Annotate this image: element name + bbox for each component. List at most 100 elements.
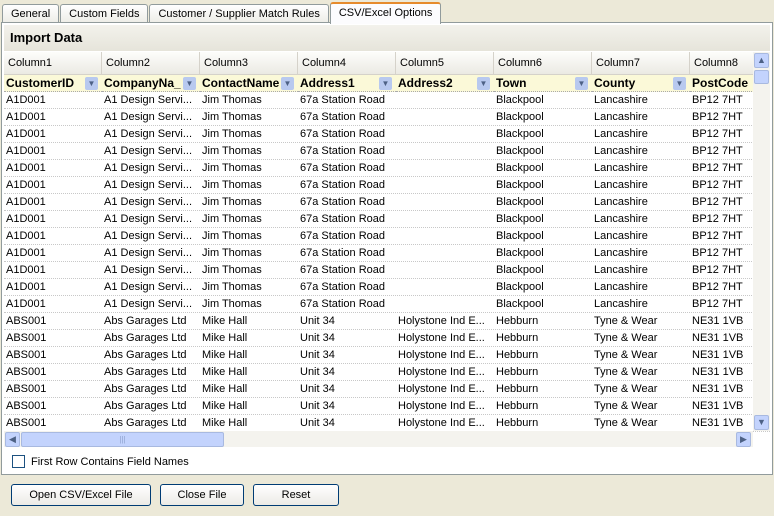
table-cell: Hebburn xyxy=(496,349,539,361)
table-cell: Lancashire xyxy=(594,94,648,106)
field-name: County xyxy=(594,76,636,90)
table-cell: Lancashire xyxy=(594,213,648,225)
table-cell: 67a Station Road xyxy=(300,111,386,123)
table-cell: Tyne & Wear xyxy=(594,383,658,395)
column-header[interactable]: Column7 xyxy=(592,52,690,75)
scroll-down-icon[interactable]: ▼ xyxy=(754,415,769,430)
tab-custom-fields[interactable]: Custom Fields xyxy=(60,4,149,24)
grid-rows: A1D001 A1 Design Servi... Jim Thomas 67a St… xyxy=(4,92,770,432)
column-header[interactable]: Column1 xyxy=(4,52,102,75)
table-row[interactable]: A1D001 A1 Design Servi... Jim Thomas 67a St… xyxy=(4,262,770,279)
table-row[interactable]: ABS001 Abs Garages Ltd Mike Hall Unit 34 Hol… xyxy=(4,313,770,330)
chevron-down-icon[interactable]: ▼ xyxy=(281,77,294,90)
table-row[interactable]: A1D001 A1 Design Servi... Jim Thomas 67a St… xyxy=(4,143,770,160)
scroll-up-icon[interactable]: ▲ xyxy=(754,53,769,68)
table-cell: A1D001 xyxy=(6,179,46,191)
table-cell: Abs Garages Ltd xyxy=(104,332,187,344)
panel-title: Import Data xyxy=(4,25,770,51)
table-cell: Abs Garages Ltd xyxy=(104,383,187,395)
table-cell: ABS001 xyxy=(6,400,47,412)
column-header[interactable]: Column5 xyxy=(396,52,494,75)
table-cell xyxy=(396,296,494,312)
column-header[interactable]: Column6 xyxy=(494,52,592,75)
table-row[interactable]: A1D001 A1 Design Servi... Jim Thomas 67a St… xyxy=(4,228,770,245)
table-cell: ABS001 xyxy=(6,332,47,344)
field-mapping-select[interactable]: CompanyNa_ ▼ xyxy=(102,75,200,92)
tab-customer-supplier-match-rules[interactable]: Customer / Supplier Match Rules xyxy=(149,4,329,24)
table-row[interactable]: A1D001 A1 Design Servi... Jim Thomas 67a St… xyxy=(4,279,770,296)
scroll-left-icon[interactable]: ◀ xyxy=(5,432,20,447)
field-mapping-select[interactable]: CustomerID ▼ xyxy=(4,75,102,92)
field-name: CustomerID xyxy=(6,76,75,90)
chevron-down-icon[interactable]: ▼ xyxy=(85,77,98,90)
table-row[interactable]: A1D001 A1 Design Servi... Jim Thomas 67a St… xyxy=(4,160,770,177)
table-row[interactable]: A1D001 A1 Design Servi... Jim Thomas 67a St… xyxy=(4,245,770,262)
field-mapping-select[interactable]: County ▼ xyxy=(592,75,690,92)
table-cell: ABS001 xyxy=(6,315,47,327)
table-row[interactable]: A1D001 A1 Design Servi... Jim Thomas 67a St… xyxy=(4,194,770,211)
table-cell: Unit 34 xyxy=(300,366,335,378)
field-mapping-select[interactable]: ContactName ▼ xyxy=(200,75,298,92)
table-cell: Hebburn xyxy=(496,400,539,412)
reset-button[interactable]: Reset xyxy=(253,484,339,506)
field-mapping-select[interactable]: Address1 ▼ xyxy=(298,75,396,92)
tab-general[interactable]: General xyxy=(2,4,60,24)
table-cell: Lancashire xyxy=(594,264,648,276)
table-row[interactable]: A1D001 A1 Design Servi... Jim Thomas 67a St… xyxy=(4,211,770,228)
chevron-down-icon[interactable]: ▼ xyxy=(379,77,392,90)
table-cell: Hebburn xyxy=(496,332,539,344)
chevron-down-icon[interactable]: ▼ xyxy=(183,77,196,90)
table-cell: A1D001 xyxy=(6,281,46,293)
table-cell: A1 Design Servi... xyxy=(104,264,193,276)
table-cell: Abs Garages Ltd xyxy=(104,366,187,378)
table-cell: A1 Design Servi... xyxy=(104,128,193,140)
table-row[interactable]: A1D001 A1 Design Servi... Jim Thomas 67a St… xyxy=(4,92,770,109)
horizontal-scrollbar[interactable]: ◀ ||| ▶ xyxy=(4,431,753,447)
table-row[interactable]: A1D001 A1 Design Servi... Jim Thomas 67a St… xyxy=(4,177,770,194)
table-cell: Mike Hall xyxy=(202,400,248,412)
chevron-down-icon[interactable]: ▼ xyxy=(673,77,686,90)
table-row[interactable]: ABS001 Abs Garages Ltd Mike Hall Unit 34 Hol… xyxy=(4,347,770,364)
chevron-down-icon[interactable]: ▼ xyxy=(477,77,490,90)
table-row[interactable]: A1D001 A1 Design Servi... Jim Thomas 67a St… xyxy=(4,109,770,126)
chevron-down-icon[interactable]: ▼ xyxy=(575,77,588,90)
table-cell: A1 Design Servi... xyxy=(104,196,193,208)
table-row[interactable]: ABS001 Abs Garages Ltd Mike Hall Unit 34 Hol… xyxy=(4,330,770,347)
column-header[interactable]: Column4 xyxy=(298,52,396,75)
vertical-scroll-thumb[interactable] xyxy=(754,70,769,84)
checkbox-box[interactable] xyxy=(12,455,25,468)
table-row[interactable]: ABS001 Abs Garages Ltd Mike Hall Unit 34 Hol… xyxy=(4,381,770,398)
table-cell: A1D001 xyxy=(6,196,46,208)
table-cell: Hebburn xyxy=(496,417,539,429)
table-cell: Hebburn xyxy=(496,366,539,378)
table-cell: Unit 34 xyxy=(300,417,335,429)
table-cell: Hebburn xyxy=(496,315,539,327)
table-row[interactable]: ABS001 Abs Garages Ltd Mike Hall Unit 34 Hol… xyxy=(4,415,770,432)
table-row[interactable]: A1D001 A1 Design Servi... Jim Thomas 67a St… xyxy=(4,296,770,313)
table-cell: Jim Thomas xyxy=(202,264,262,276)
horizontal-scroll-thumb[interactable]: ||| xyxy=(21,432,224,447)
open-file-button[interactable]: Open CSV/Excel File xyxy=(11,484,151,506)
table-cell: Jim Thomas xyxy=(202,94,262,106)
vertical-scrollbar[interactable]: ▲ ▼ xyxy=(753,52,770,431)
table-row[interactable]: ABS001 Abs Garages Ltd Mike Hall Unit 34 Hol… xyxy=(4,364,770,381)
table-cell: Lancashire xyxy=(594,128,648,140)
table-cell: Blackpool xyxy=(496,298,544,310)
scroll-right-icon[interactable]: ▶ xyxy=(736,432,751,447)
table-cell: 67a Station Road xyxy=(300,145,386,157)
table-row[interactable]: A1D001 A1 Design Servi... Jim Thomas 67a St… xyxy=(4,126,770,143)
table-cell: 67a Station Road xyxy=(300,281,386,293)
column-header[interactable]: Column2 xyxy=(102,52,200,75)
table-cell: A1 Design Servi... xyxy=(104,230,193,242)
column-header[interactable]: Column3 xyxy=(200,52,298,75)
table-cell: A1 Design Servi... xyxy=(104,94,193,106)
table-cell: Blackpool xyxy=(496,162,544,174)
tab-csv-excel-options[interactable]: CSV/Excel Options xyxy=(329,2,442,24)
field-mapping-select[interactable]: Town ▼ xyxy=(494,75,592,92)
field-mapping-select[interactable]: Address2 ▼ xyxy=(396,75,494,92)
table-cell: A1D001 xyxy=(6,230,46,242)
table-cell xyxy=(396,109,494,125)
close-file-button[interactable]: Close File xyxy=(160,484,244,506)
table-row[interactable]: ABS001 Abs Garages Ltd Mike Hall Unit 34 Hol… xyxy=(4,398,770,415)
first-row-field-names-checkbox[interactable]: First Row Contains Field Names xyxy=(12,455,189,468)
